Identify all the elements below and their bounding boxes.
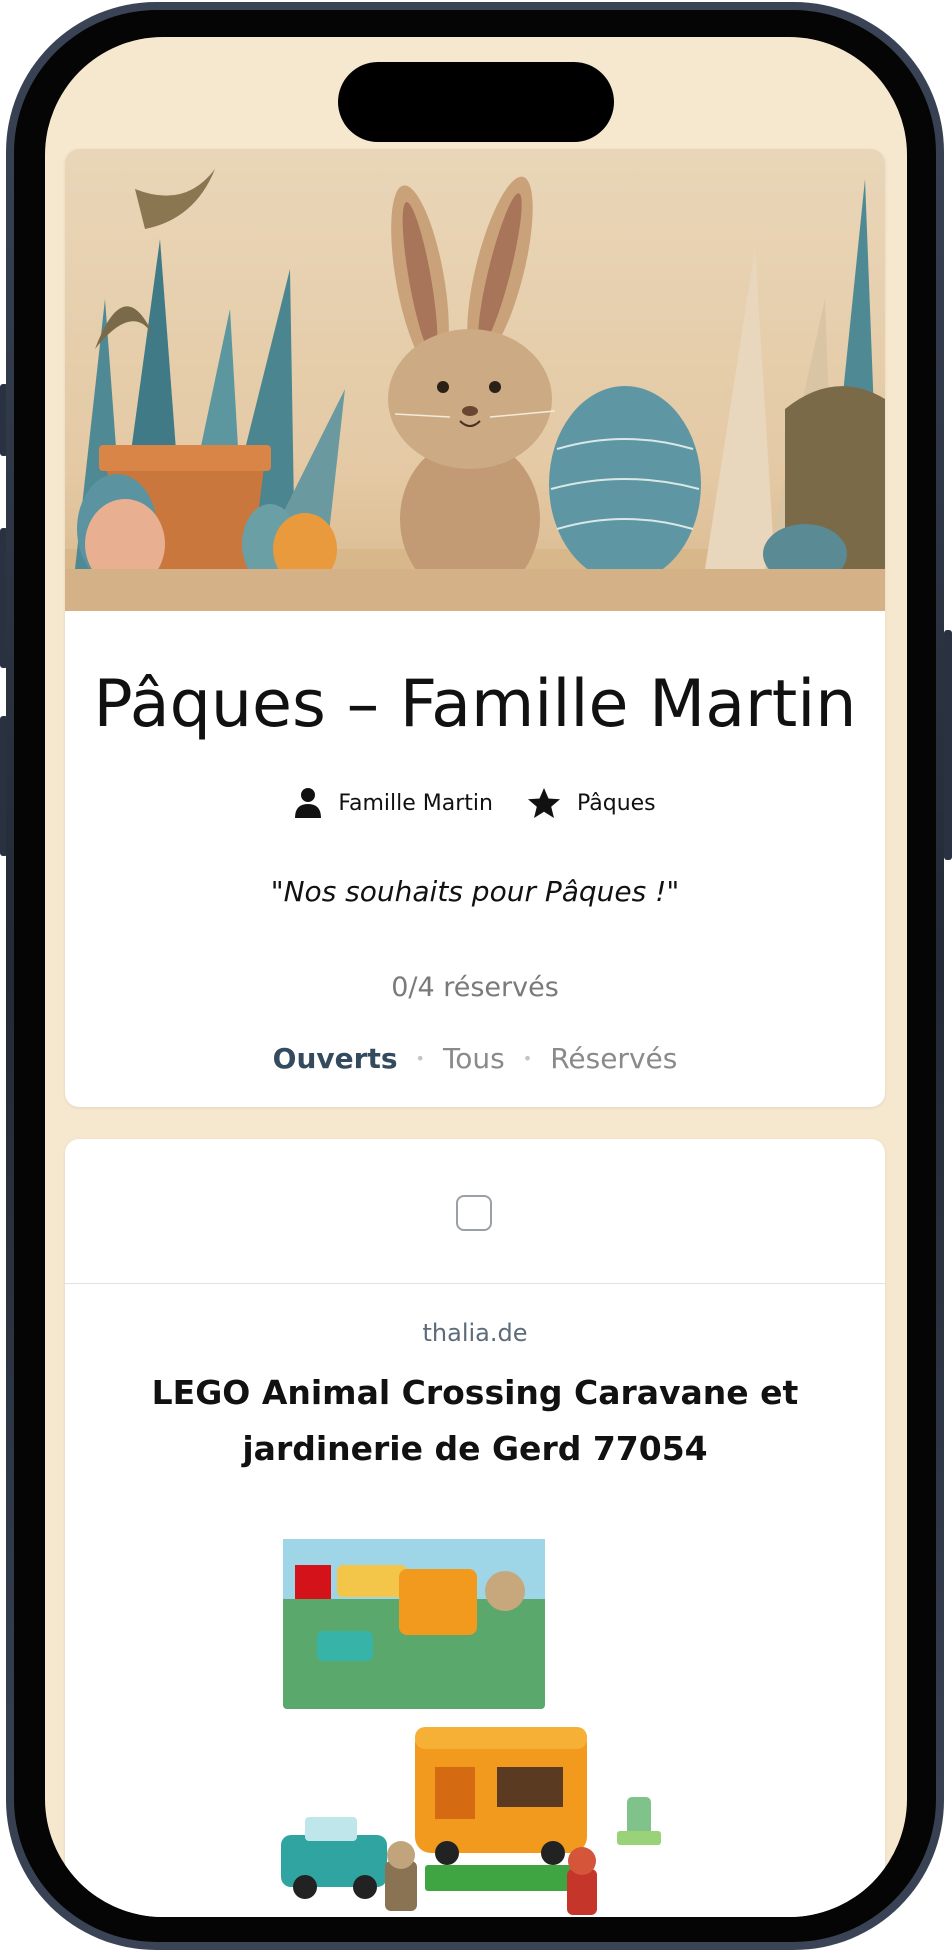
wish-item-card: thalia.de LEGO Animal Crossing Caravane … (65, 1139, 885, 1917)
occasion-name: Pâques (576, 790, 656, 816)
page-title: Pâques – Famille Martin (93, 667, 857, 742)
owner-meta: Famille Martin (294, 787, 493, 819)
item-source: thalia.de (422, 1319, 528, 1347)
star-icon (527, 787, 561, 819)
lego-animal-crossing-set (281, 1539, 661, 1915)
reserve-checkbox[interactable] (456, 1195, 492, 1231)
filter-tabs: Ouverts • Tous • Réservés (65, 1042, 885, 1075)
filter-open[interactable]: Ouverts (273, 1042, 398, 1075)
owner-name: Famille Martin (338, 790, 493, 816)
easter-bunny-illustration (65, 169, 885, 611)
filter-all[interactable]: Tous (443, 1042, 505, 1075)
power-button (944, 630, 952, 860)
list-meta: Famille Martin Pâques (65, 787, 885, 819)
person-icon (294, 787, 322, 819)
dynamic-island (338, 62, 614, 142)
reserve-checkbox-area (65, 1139, 885, 1284)
list-message: "Nos souhaits pour Pâques !" (270, 875, 680, 908)
separator-dot: • (415, 1049, 425, 1068)
screen: Pâques – Famille Martin Famille Martin P… (45, 37, 907, 1917)
occasion-meta: Pâques (527, 787, 656, 819)
product-image[interactable] (275, 1535, 675, 1917)
phone-mockup: Pâques – Famille Martin Famille Martin P… (0, 0, 952, 1954)
reserved-count: 0/4 réservés (391, 972, 559, 1003)
wishlist-header-card: Pâques – Famille Martin Famille Martin P… (65, 149, 885, 1107)
hero-image (65, 149, 885, 611)
filter-reserved[interactable]: Réservés (550, 1042, 677, 1075)
separator-dot: • (522, 1049, 533, 1068)
item-title[interactable]: LEGO Animal Crossing Caravane et jardine… (95, 1365, 855, 1477)
